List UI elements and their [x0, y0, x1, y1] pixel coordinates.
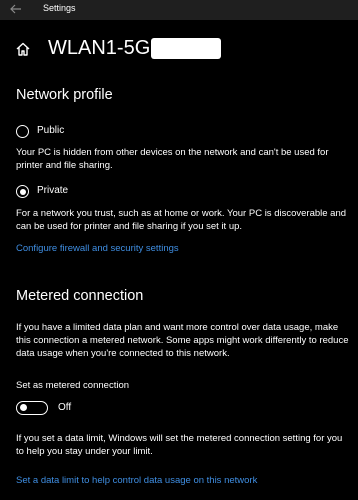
back-arrow-icon[interactable]: [9, 2, 23, 16]
redacted-network-name: [151, 38, 221, 59]
public-radio-label[interactable]: Public: [37, 125, 64, 136]
page-title: WLAN1-5G-: [48, 37, 157, 59]
metered-toggle[interactable]: [16, 401, 48, 415]
toggle-knob: [20, 404, 27, 411]
data-limit-link[interactable]: Set a data limit to help control data us…: [16, 475, 257, 486]
private-radio-label[interactable]: Private: [37, 185, 68, 196]
metered-connection-heading: Metered connection: [16, 288, 144, 304]
network-profile-heading: Network profile: [16, 87, 113, 103]
public-description: Your PC is hidden from other devices on …: [16, 147, 329, 171]
data-limit-note: If you set a data limit, Windows will se…: [16, 433, 343, 457]
home-icon: [15, 41, 31, 57]
private-description: For a network you trust, such as at home…: [16, 208, 347, 232]
public-radio[interactable]: [16, 125, 29, 138]
metered-toggle-label: Set as metered connection: [16, 380, 130, 391]
firewall-settings-link[interactable]: Configure firewall and security settings: [16, 243, 179, 254]
app-title: Settings: [43, 3, 76, 13]
private-radio[interactable]: [16, 185, 29, 198]
metered-toggle-state: Off: [58, 402, 72, 413]
metered-description: If you have a limited data plan and want…: [16, 322, 349, 359]
title-bar: Settings: [0, 0, 358, 20]
